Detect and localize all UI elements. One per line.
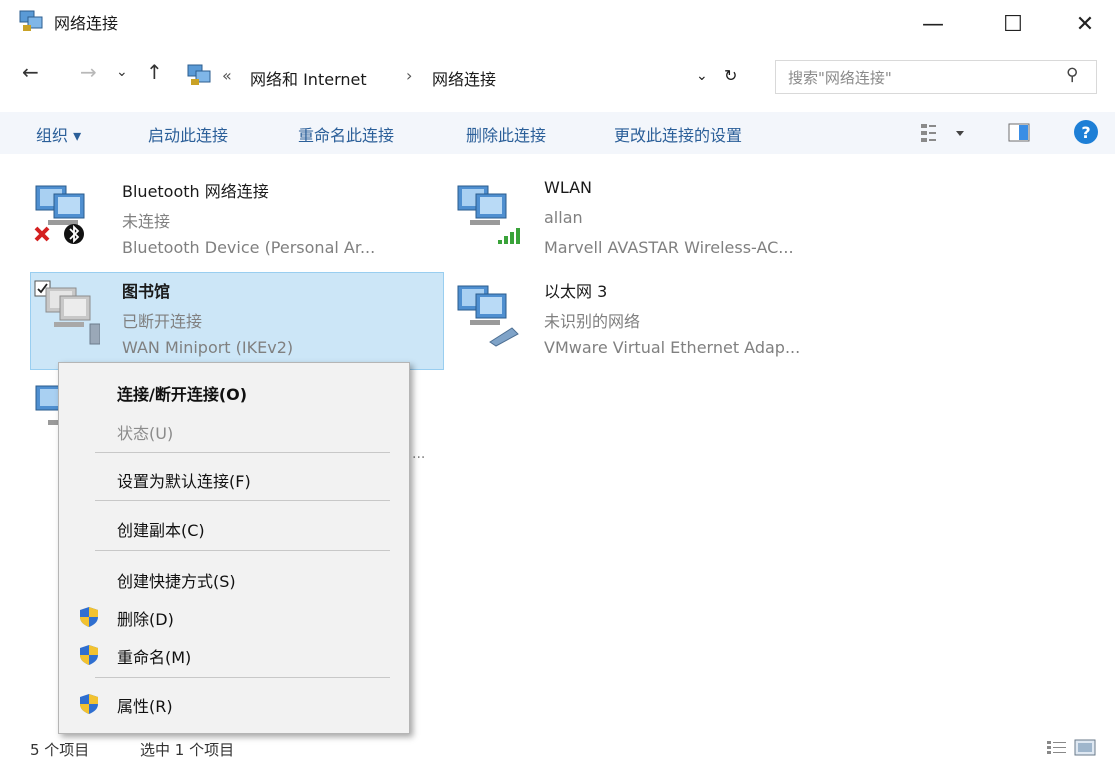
delete-connection-button[interactable]: 删除此连接: [466, 122, 546, 146]
menu-item-connect-disconnect[interactable]: 连接/断开连接(O): [117, 381, 247, 405]
breadcrumb-network-connections[interactable]: 网络连接: [432, 66, 496, 90]
breadcrumb-separator: ›: [406, 66, 413, 85]
connection-device: Bluetooth Device (Personal Ar...: [122, 238, 376, 257]
preview-pane-icon[interactable]: [1008, 123, 1030, 143]
connection-name: Bluetooth 网络连接: [122, 182, 269, 201]
connection-name: WLAN: [544, 178, 593, 197]
vpn-network-icon: [45, 287, 100, 345]
connection-status: 未识别的网络: [544, 312, 641, 331]
menu-item-properties[interactable]: 属性(R): [117, 693, 173, 717]
network-location-icon: [187, 64, 211, 85]
organize-menu[interactable]: 组织 ▾: [36, 122, 81, 146]
title-bar: 网络连接 — ☐ ✕: [0, 0, 1115, 48]
ethernet-network-icon: [457, 285, 519, 347]
shield-icon: [80, 607, 98, 627]
change-settings-button[interactable]: 更改此连接的设置: [614, 122, 742, 146]
item-count: 5 个项目: [30, 741, 90, 759]
large-icons-view-icon[interactable]: [1074, 739, 1096, 756]
connection-item-ethernet3[interactable]: 以太网 3 未识别的网络 VMware Virtual Ethernet Ada…: [452, 276, 864, 370]
connection-status: 已断开连接: [122, 312, 203, 331]
status-bar: 5 个项目 选中 1 个项目: [0, 732, 1115, 765]
connection-item-bluetooth[interactable]: Bluetooth 网络连接 未连接 Bluetooth Device (Per…: [30, 176, 442, 270]
start-connection-button[interactable]: 启动此连接: [148, 122, 228, 146]
connection-item-wlan[interactable]: WLAN allan Marvell AVASTAR Wireless-AC..…: [452, 176, 864, 270]
shield-icon: [80, 645, 98, 665]
connection-device: VMware Virtual Ethernet Adap...: [544, 338, 801, 357]
menu-item-delete[interactable]: 删除(D): [117, 606, 174, 630]
search-placeholder: 搜索"网络连接": [788, 69, 892, 87]
menu-item-status: 状态(U): [117, 424, 174, 443]
menu-separator: [95, 500, 390, 501]
back-button[interactable]: ←: [22, 60, 39, 84]
connection-device: Marvell AVASTAR Wireless-AC...: [544, 238, 794, 257]
selected-count: 选中 1 个项目: [140, 741, 235, 759]
context-menu: 连接/断开连接(O) 状态(U) 设置为默认连接(F) 创建副本(C) 创建快捷…: [58, 362, 410, 734]
address-dropdown-button[interactable]: ⌄: [696, 68, 708, 84]
menu-item-create-copy[interactable]: 创建副本(C): [117, 517, 205, 541]
menu-item-set-default[interactable]: 设置为默认连接(F): [117, 468, 251, 492]
connection-status: allan: [544, 208, 583, 227]
menu-item-create-shortcut[interactable]: 创建快捷方式(S): [117, 568, 236, 592]
menu-separator: [95, 550, 390, 551]
connection-name: 以太网 3: [544, 282, 608, 301]
bluetooth-network-icon: [34, 185, 85, 244]
refresh-button[interactable]: ↻: [724, 66, 737, 85]
help-button[interactable]: ?: [1074, 120, 1098, 144]
shield-icon: [80, 694, 98, 714]
wifi-network-icon: [457, 185, 520, 244]
details-view-icon[interactable]: [1046, 740, 1068, 756]
breadcrumb-overflow[interactable]: «: [222, 66, 232, 85]
breadcrumb-network-internet[interactable]: 网络和 Internet: [250, 66, 367, 90]
address-row: ← → ⌄ ↑ « 网络和 Internet › 网络连接 ⌄ ↻ 搜索"网络连…: [0, 52, 1115, 100]
menu-separator: [95, 677, 390, 678]
address-bar[interactable]: « 网络和 Internet › 网络连接 ⌄ ↻: [180, 60, 760, 92]
change-view-icon[interactable]: [920, 122, 966, 144]
command-bar: 组织 ▾ 启动此连接 重命名此连接 删除此连接 更改此连接的设置 ?: [0, 112, 1115, 154]
connection-status: 未连接: [122, 212, 171, 231]
connection-name: 图书馆: [122, 282, 171, 301]
window-title: 网络连接: [54, 14, 119, 33]
recent-locations-button[interactable]: ⌄: [116, 64, 128, 80]
close-button[interactable]: ✕: [1062, 4, 1108, 44]
rename-connection-button[interactable]: 重命名此连接: [298, 122, 394, 146]
connection-device: ...: [412, 446, 426, 462]
network-connections-icon: [19, 10, 43, 31]
search-input[interactable]: 搜索"网络连接" ⚲: [775, 60, 1097, 94]
forward-button[interactable]: →: [80, 60, 97, 84]
minimize-button[interactable]: —: [910, 4, 956, 44]
connection-item-library[interactable]: 图书馆 已断开连接 WAN Miniport (IKEv2): [30, 276, 442, 370]
connection-device: WAN Miniport (IKEv2): [122, 338, 294, 357]
search-icon[interactable]: ⚲: [1066, 65, 1078, 85]
up-button[interactable]: ↑: [146, 60, 163, 84]
menu-separator: [95, 452, 390, 453]
maximize-button[interactable]: ☐: [990, 4, 1036, 44]
menu-item-rename[interactable]: 重命名(M): [117, 644, 191, 668]
